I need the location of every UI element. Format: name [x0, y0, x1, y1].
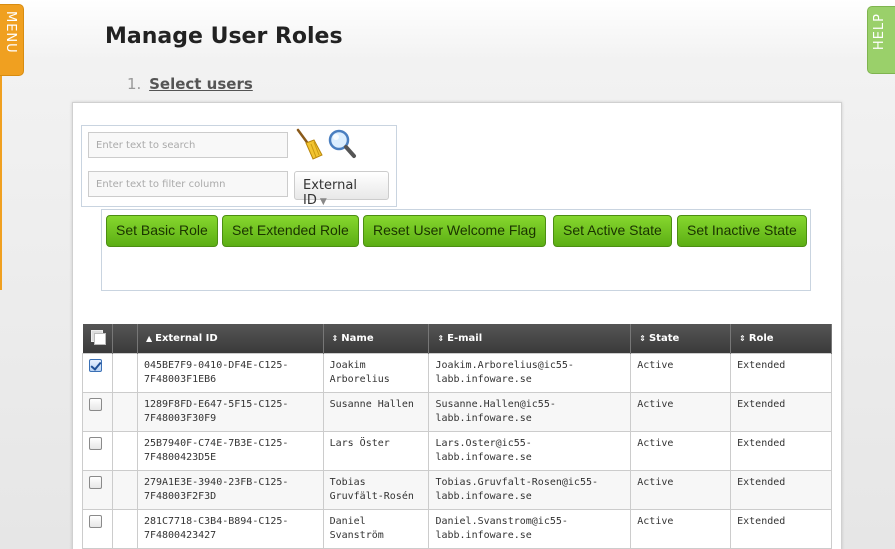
menu-edge-line	[0, 76, 2, 290]
filter-column-input[interactable]: Enter text to filter column	[88, 171, 288, 197]
cell-external-id: 281C7718-C3B4-B894-C125-7F4800423427	[136, 508, 324, 549]
set-inactive-state-button[interactable]: Set Inactive State	[677, 215, 807, 247]
broom-icon[interactable]	[294, 128, 324, 160]
page-title: Manage User Roles	[105, 24, 343, 49]
cell-role: Extended	[730, 352, 832, 393]
select-all-header[interactable]	[82, 324, 113, 353]
main-panel: Enter text to search Enter text to filte…	[72, 102, 842, 549]
row-checkbox-cell[interactable]	[82, 508, 113, 549]
set-extended-role-button[interactable]: Set Extended Role	[222, 215, 359, 247]
cell-role: Extended	[730, 391, 832, 432]
search-input[interactable]: Enter text to search	[88, 132, 288, 158]
row-checkbox[interactable]	[89, 475, 102, 489]
row-blank-cell	[111, 469, 138, 510]
header-label: Name	[341, 332, 374, 344]
cell-external-id: 279A1E3E-3940-23FB-C125-7F48003F2F3D	[136, 469, 324, 510]
cell-state: Active	[630, 430, 732, 471]
cell-email: Daniel.Svanstrom@ic55-labb.infoware.se	[428, 508, 632, 549]
cell-state: Active	[630, 508, 732, 549]
sort-asc-icon: ▲	[145, 333, 153, 343]
cell-name: Susanne Hallen	[322, 391, 430, 432]
chevron-down-icon: ▼	[319, 197, 327, 207]
menu-tab-label: MENU	[3, 11, 18, 54]
cell-external-id: 045BE7F9-0410-DF4E-C125-7F48003F1EB6	[136, 352, 324, 393]
cell-name: Tobias Gruvfält-Rosén	[322, 469, 430, 510]
header-role[interactable]: ⇕ Role	[730, 324, 832, 353]
cell-external-id: 1289F8FD-E647-5F15-C125-7F48003F30F9	[136, 391, 324, 432]
reset-welcome-flag-button[interactable]: Reset User Welcome Flag	[363, 215, 547, 247]
search-box: Enter text to search Enter text to filte…	[81, 125, 397, 208]
table-header-row: ▲ External ID ⇕ Name ⇕ E-mail ⇕ State ⇕ Role	[82, 324, 832, 353]
row-blank-cell	[111, 508, 138, 549]
help-tab[interactable]: HELP	[867, 6, 895, 74]
action-button-box: Set Basic Role Set Extended Role Reset U…	[101, 209, 811, 291]
help-tab-label: HELP	[872, 13, 887, 51]
column-select[interactable]: External ID ▼	[294, 171, 389, 208]
cell-role: Extended	[730, 430, 832, 471]
cell-name: Lars Öster	[322, 430, 430, 471]
set-active-state-button[interactable]: Set Active State	[553, 215, 672, 247]
row-blank-cell	[111, 391, 138, 432]
magnifier-icon[interactable]	[327, 128, 357, 160]
table-row[interactable]: 281C7718-C3B4-B894-C125-7F4800423427 Dani…	[82, 508, 832, 549]
cell-state: Active	[630, 352, 732, 393]
header-label: Role	[748, 332, 774, 344]
step-number: 1.	[127, 75, 142, 93]
table-row[interactable]: 279A1E3E-3940-23FB-C125-7F48003F2F3D Tobi…	[82, 469, 832, 510]
cell-role: Extended	[730, 469, 832, 510]
table-row[interactable]: 1289F8FD-E647-5F15-C125-7F48003F30F9 Susa…	[82, 391, 832, 432]
row-checkbox-cell[interactable]	[82, 352, 113, 393]
header-label: External ID	[155, 332, 218, 344]
sort-icon: ⇕	[639, 333, 646, 343]
cell-email: Joakim.Arborelius@ic55-labb.infoware.se	[428, 352, 632, 393]
set-basic-role-button[interactable]: Set Basic Role	[106, 215, 218, 247]
row-blank-cell	[111, 430, 138, 471]
cell-email: Lars.Oster@ic55-labb.infoware.se	[428, 430, 632, 471]
step-link-select-users[interactable]: Select users	[149, 75, 253, 93]
cell-name: Daniel Svanström	[322, 508, 430, 549]
cell-external-id: 25B7940F-C74E-7B3E-C125-7F4800423D5E	[136, 430, 324, 471]
header-name[interactable]: ⇕ Name	[323, 324, 430, 353]
header-label: State	[648, 332, 680, 344]
row-checkbox[interactable]	[89, 397, 102, 411]
table-row[interactable]: 045BE7F9-0410-DF4E-C125-7F48003F1EB6 Joak…	[82, 352, 832, 393]
header-state[interactable]: ⇕ State	[630, 324, 732, 353]
sort-icon: ⇕	[437, 333, 445, 343]
row-blank-cell	[111, 352, 138, 393]
header-label: E-mail	[447, 332, 483, 344]
row-checkbox-cell[interactable]	[82, 469, 113, 510]
cell-state: Active	[630, 469, 732, 510]
column-select-value: External ID	[303, 178, 357, 208]
row-checkbox-cell[interactable]	[82, 430, 113, 471]
cell-email: Susanne.Hallen@ic55-labb.infoware.se	[428, 391, 632, 432]
sort-icon: ⇕	[331, 333, 339, 343]
row-checkbox[interactable]	[89, 436, 102, 450]
cell-email: Tobias.Gruvfalt-Rosen@ic55-labb.infoware…	[428, 469, 632, 510]
menu-tab[interactable]: MENU	[0, 4, 24, 76]
table-row[interactable]: 25B7940F-C74E-7B3E-C125-7F4800423D5E Lars…	[82, 430, 832, 471]
cell-name: Joakim Arborelius	[322, 352, 430, 393]
header-external-id[interactable]: ▲ External ID	[137, 324, 324, 353]
row-checkbox[interactable]	[89, 514, 102, 528]
users-table: ▲ External ID ⇕ Name ⇕ E-mail ⇕ State ⇕ Role …	[82, 324, 832, 549]
row-checkbox[interactable]	[89, 358, 102, 372]
cell-role: Extended	[730, 508, 832, 549]
header-email[interactable]: ⇕ E-mail	[428, 324, 632, 353]
blank-header	[112, 324, 138, 353]
cell-state: Active	[630, 391, 732, 432]
select-all-icon[interactable]	[90, 330, 106, 346]
step-1: 1. Select users	[127, 75, 253, 93]
row-checkbox-cell[interactable]	[82, 391, 113, 432]
sort-icon: ⇕	[739, 333, 746, 343]
